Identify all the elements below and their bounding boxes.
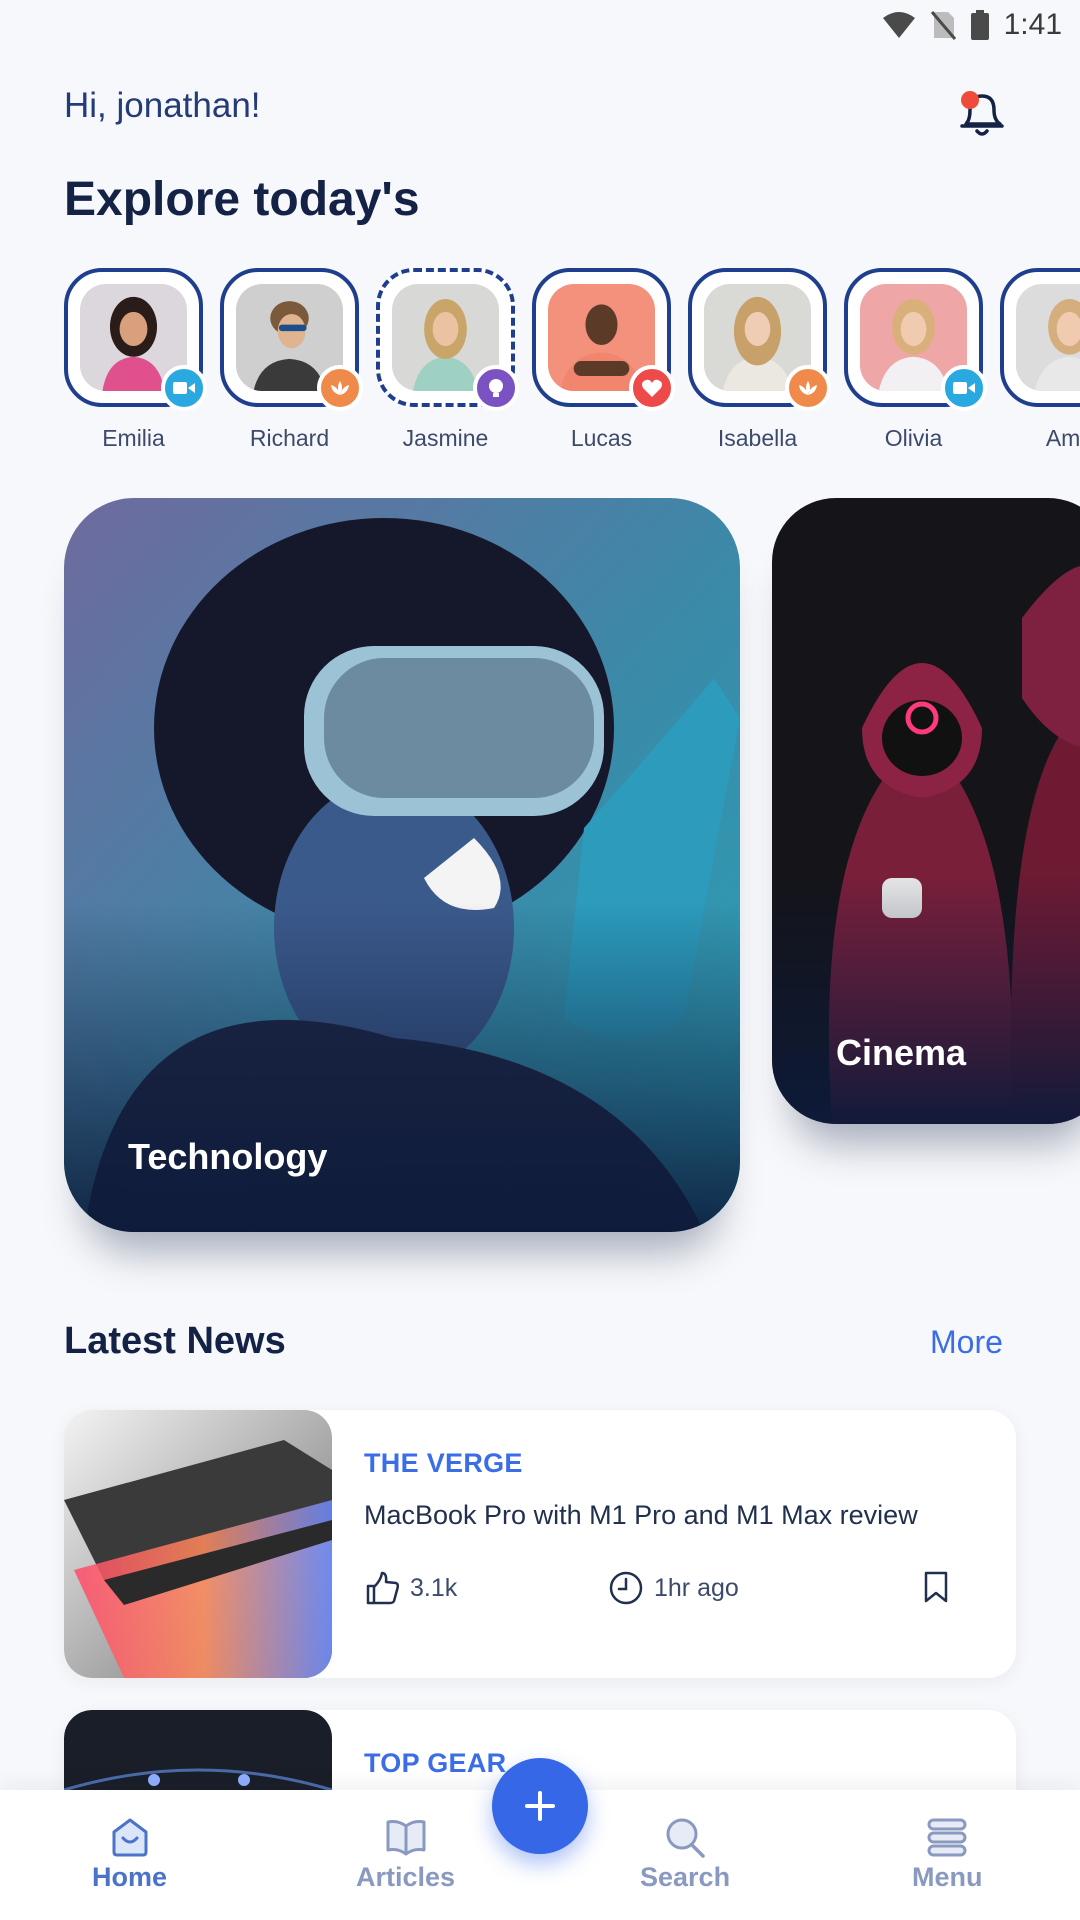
more-link[interactable]: More bbox=[930, 1324, 1003, 1361]
search-icon bbox=[666, 1818, 705, 1858]
story-ame[interactable]: Ame bbox=[1000, 268, 1080, 452]
story-ring bbox=[64, 268, 207, 411]
story-name: Olivia bbox=[884, 425, 943, 451]
story-name: Emilia bbox=[102, 425, 165, 451]
nav-menu[interactable]: Menu bbox=[912, 1816, 983, 1893]
lightbulb-icon bbox=[473, 365, 519, 411]
category-card-technology[interactable]: Technology bbox=[64, 498, 740, 1232]
bookmark-icon bbox=[924, 1571, 948, 1603]
menu-icon bbox=[927, 1818, 967, 1857]
no-sim-icon bbox=[930, 11, 956, 40]
cinema-image bbox=[772, 498, 1080, 1124]
nav-articles[interactable]: Articles bbox=[356, 1816, 455, 1893]
lotus-icon bbox=[317, 365, 363, 411]
bell-icon bbox=[960, 91, 1004, 136]
category-label: Cinema bbox=[836, 1032, 967, 1073]
story-lucas[interactable]: Lucas bbox=[532, 268, 675, 452]
like-count: 3.1k bbox=[410, 1573, 458, 1602]
story-ring bbox=[532, 268, 675, 411]
greeting: Hi, jonathan! bbox=[64, 86, 261, 125]
book-icon bbox=[386, 1820, 426, 1856]
category-label: Technology bbox=[128, 1136, 328, 1177]
story-ring bbox=[220, 268, 363, 411]
nav-label: Search bbox=[640, 1862, 731, 1892]
story-name: Lucas bbox=[570, 425, 633, 451]
story-name: Jasmine bbox=[402, 425, 489, 451]
status-bar: 1:41 bbox=[0, 0, 1080, 50]
news-thumbnail bbox=[64, 1410, 332, 1678]
avatar bbox=[1016, 284, 1080, 391]
wifi-icon bbox=[882, 12, 915, 38]
story-ring bbox=[688, 268, 831, 411]
nav-home[interactable]: Home bbox=[92, 1816, 167, 1893]
story-ring bbox=[1000, 268, 1080, 407]
news-card[interactable]: THE VERGE MacBook Pro with M1 Pro and M1… bbox=[64, 1410, 1016, 1678]
video-icon bbox=[161, 365, 207, 411]
story-emilia[interactable]: Emilia bbox=[64, 268, 207, 452]
time-ago: 1hr ago bbox=[654, 1573, 739, 1602]
clock-icon bbox=[609, 1571, 643, 1605]
nav-label: Articles bbox=[356, 1862, 456, 1892]
screen: 1:41 Hi, jonathan! Explore today's Emili… bbox=[0, 0, 1080, 1920]
story-name: Richard bbox=[249, 425, 330, 451]
story-ring bbox=[844, 268, 987, 411]
nav-label: Home bbox=[92, 1862, 168, 1892]
nav-label: Menu bbox=[912, 1862, 983, 1892]
plus-icon bbox=[525, 1791, 555, 1821]
news-source: TOP GEAR bbox=[364, 1748, 507, 1778]
battery-icon bbox=[970, 10, 989, 40]
story-ring bbox=[376, 268, 519, 411]
page-title: Explore today's bbox=[64, 173, 420, 226]
publish-time: 1hr ago bbox=[608, 1570, 739, 1606]
lotus-icon bbox=[785, 365, 831, 411]
nav-search[interactable]: Search bbox=[640, 1816, 730, 1893]
video-icon bbox=[941, 365, 987, 411]
home-icon bbox=[112, 1818, 147, 1857]
news-headline[interactable]: MacBook Pro with M1 Pro and M1 Max revie… bbox=[364, 1500, 918, 1531]
category-card-cinema[interactable]: Cinema bbox=[772, 498, 1080, 1124]
bookmark-button[interactable] bbox=[922, 1570, 950, 1604]
section-title: Latest News bbox=[64, 1320, 286, 1362]
add-button[interactable] bbox=[492, 1758, 588, 1854]
technology-image bbox=[64, 498, 740, 1232]
likes[interactable]: 3.1k bbox=[364, 1570, 457, 1606]
thumbs-up-icon bbox=[366, 1571, 400, 1605]
stories-row: Emilia Richard Jasmine Lucas Isabella Ol… bbox=[64, 268, 1080, 452]
notification-button[interactable] bbox=[956, 86, 1008, 140]
status-time: 1:41 bbox=[1003, 8, 1062, 41]
story-richard[interactable]: Richard bbox=[220, 268, 363, 452]
heart-icon bbox=[629, 365, 675, 411]
news-source: THE VERGE bbox=[364, 1448, 523, 1478]
story-name: Ame bbox=[1045, 425, 1080, 451]
story-isabella[interactable]: Isabella bbox=[688, 268, 831, 452]
story-olivia[interactable]: Olivia bbox=[844, 268, 987, 452]
story-jasmine[interactable]: Jasmine bbox=[376, 268, 519, 452]
story-name: Isabella bbox=[717, 425, 798, 451]
